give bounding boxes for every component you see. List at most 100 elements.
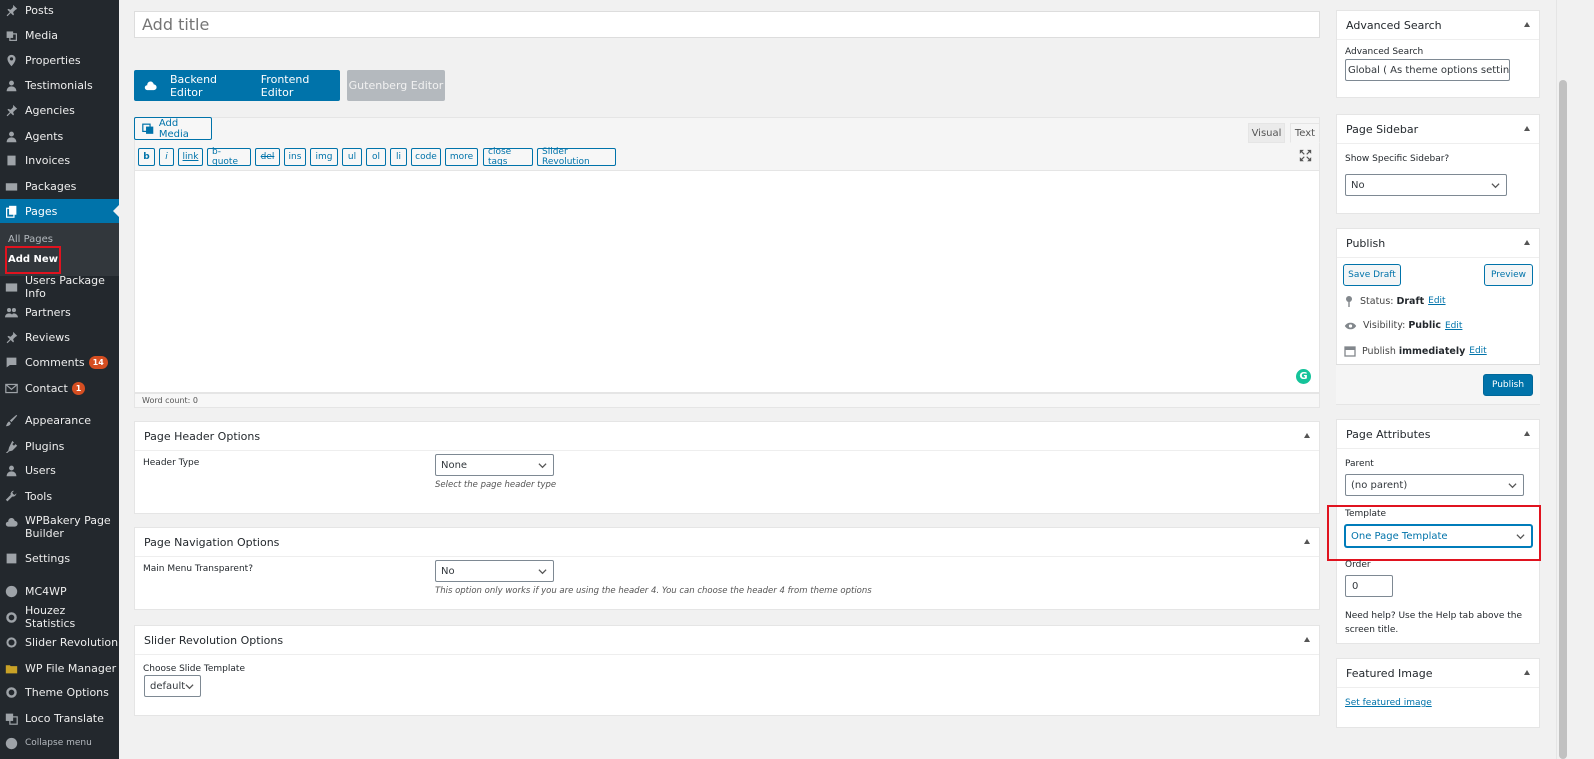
menu-contact[interactable]: Contact 1 bbox=[0, 376, 119, 400]
title-input[interactable] bbox=[134, 11, 1320, 38]
page-attributes-help: Need help? Use the Help tab above the sc… bbox=[1345, 611, 1523, 635]
calendar-icon bbox=[1344, 346, 1356, 357]
collapse-caret-icon[interactable] bbox=[1524, 22, 1530, 27]
preview-button[interactable]: Preview bbox=[1484, 264, 1533, 286]
save-draft-button[interactable]: Save Draft bbox=[1343, 264, 1401, 286]
page-sidebar-select[interactable]: No bbox=[1345, 174, 1507, 196]
menu-agents[interactable]: Agents bbox=[0, 124, 119, 148]
qt-ol[interactable]: ol bbox=[366, 148, 386, 166]
menu-posts[interactable]: Posts bbox=[0, 0, 119, 22]
page-navigation-options-title[interactable]: Page Navigation Options bbox=[135, 528, 1319, 557]
fullscreen-icon[interactable] bbox=[1299, 149, 1312, 165]
slider-revolution-options-box: Slider Revolution Options bbox=[134, 625, 1320, 716]
qt-ins[interactable]: ins bbox=[284, 148, 306, 166]
page-sidebar-box: Page Sidebar bbox=[1336, 114, 1540, 214]
group-icon bbox=[5, 306, 18, 319]
advanced-search-select[interactable]: Global ( As theme options settings ) bbox=[1345, 59, 1510, 81]
menu-slider-revolution[interactable]: Slider Revolution bbox=[0, 630, 119, 654]
highlight-template bbox=[1327, 505, 1541, 561]
menu-wp-file-manager[interactable]: WP File Manager bbox=[0, 656, 119, 680]
menu-users-package-info[interactable]: Users Package Info bbox=[0, 274, 119, 300]
add-media-button[interactable]: Add Media bbox=[134, 117, 212, 140]
page-scrollbar[interactable] bbox=[1556, 0, 1568, 759]
menu-theme-options[interactable]: Theme Options bbox=[0, 680, 119, 704]
collapse-caret-icon[interactable] bbox=[1524, 670, 1530, 675]
qt-img[interactable]: img bbox=[310, 148, 338, 166]
header-type-select[interactable]: None bbox=[435, 454, 554, 476]
featured-image-box: Featured Image bbox=[1336, 658, 1540, 728]
content-editor-textarea[interactable] bbox=[134, 170, 1320, 393]
main-menu-transparent-select[interactable]: No bbox=[435, 560, 554, 582]
menu-partners[interactable]: Partners bbox=[0, 300, 119, 324]
menu-houzez-statistics[interactable]: Houzez Statistics bbox=[0, 604, 119, 630]
menu-mc4wp[interactable]: MC4WP bbox=[0, 579, 119, 603]
featured-image-title[interactable]: Featured Image bbox=[1337, 659, 1539, 688]
card-icon bbox=[5, 180, 18, 193]
highlight-add-new bbox=[5, 246, 61, 274]
menu-agencies[interactable]: Agencies bbox=[0, 98, 119, 122]
menu-testimonials[interactable]: Testimonials bbox=[0, 73, 119, 97]
backend-editor-button[interactable]: Backend Editor bbox=[170, 73, 248, 99]
frontend-editor-button[interactable]: Frontend Editor bbox=[261, 73, 340, 99]
collapse-caret-icon[interactable] bbox=[1304, 637, 1310, 642]
publish-button[interactable]: Publish bbox=[1483, 374, 1533, 396]
gutenberg-editor-button[interactable]: Gutenberg Editor bbox=[347, 70, 445, 101]
pin-icon bbox=[5, 104, 18, 117]
eye-icon bbox=[1344, 322, 1357, 329]
page-attributes-title[interactable]: Page Attributes bbox=[1337, 420, 1539, 449]
menu-wpbakery[interactable]: WPBakery Page Builder bbox=[0, 514, 119, 544]
collapse-caret-icon[interactable] bbox=[1524, 431, 1530, 436]
qt-slider-revolution[interactable]: Slider Revolution bbox=[537, 147, 616, 167]
tab-text[interactable]: Text bbox=[1290, 123, 1320, 143]
qt-more[interactable]: more bbox=[445, 148, 478, 166]
qt-bold[interactable]: b bbox=[138, 148, 155, 166]
qt-li[interactable]: li bbox=[390, 148, 407, 166]
menu-media[interactable]: Media bbox=[0, 23, 119, 47]
location-icon bbox=[5, 54, 18, 67]
header-type-label: Header Type bbox=[143, 458, 200, 468]
qt-code[interactable]: code bbox=[411, 148, 441, 166]
collapse-caret-icon[interactable] bbox=[1304, 539, 1310, 544]
order-input[interactable]: 0 bbox=[1345, 575, 1393, 597]
submenu-all-pages[interactable]: All Pages bbox=[8, 234, 53, 245]
menu-appearance[interactable]: Appearance bbox=[0, 408, 119, 432]
slide-template-select[interactable]: default bbox=[144, 675, 201, 697]
parent-select[interactable]: (no parent) bbox=[1345, 474, 1524, 496]
collapse-menu[interactable]: Collapse menu bbox=[0, 731, 119, 755]
set-featured-image-link[interactable]: Set featured image bbox=[1345, 698, 1432, 708]
qt-bquote[interactable]: b-quote bbox=[207, 147, 251, 167]
menu-users[interactable]: Users bbox=[0, 458, 119, 482]
menu-reviews[interactable]: Reviews bbox=[0, 325, 119, 349]
grammarly-icon[interactable]: G bbox=[1296, 369, 1311, 384]
edit-status-link[interactable]: Edit bbox=[1428, 296, 1445, 306]
comments-count-badge: 14 bbox=[88, 355, 108, 369]
advanced-search-title[interactable]: Advanced Search bbox=[1337, 11, 1539, 40]
choose-slide-template-label: Choose Slide Template bbox=[143, 664, 245, 674]
menu-comments[interactable]: Comments 14 bbox=[0, 350, 119, 374]
collapse-caret-icon[interactable] bbox=[1524, 126, 1530, 131]
page-header-options-title[interactable]: Page Header Options bbox=[135, 422, 1319, 451]
collapse-caret-icon[interactable] bbox=[1524, 240, 1530, 245]
tab-visual[interactable]: Visual bbox=[1248, 123, 1285, 143]
scrollbar-thumb[interactable] bbox=[1559, 80, 1567, 759]
edit-visibility-link[interactable]: Edit bbox=[1445, 321, 1462, 331]
publish-title[interactable]: Publish bbox=[1337, 229, 1539, 258]
menu-properties[interactable]: Properties bbox=[0, 48, 119, 72]
menu-settings[interactable]: Settings bbox=[0, 546, 119, 570]
menu-pages[interactable]: Pages bbox=[0, 199, 119, 223]
qt-ul[interactable]: ul bbox=[342, 148, 362, 166]
qt-link[interactable]: link bbox=[178, 148, 203, 166]
menu-loco-translate[interactable]: Loco Translate bbox=[0, 706, 119, 730]
page-sidebar-title[interactable]: Page Sidebar bbox=[1337, 115, 1539, 144]
menu-plugins[interactable]: Plugins bbox=[0, 434, 119, 458]
qt-del[interactable]: del bbox=[255, 148, 280, 166]
menu-invoices[interactable]: Invoices bbox=[0, 148, 119, 172]
edit-publish-date-link[interactable]: Edit bbox=[1469, 346, 1486, 356]
qt-italic[interactable]: i bbox=[159, 148, 174, 166]
collapse-caret-icon[interactable] bbox=[1304, 433, 1310, 438]
menu-packages[interactable]: Packages bbox=[0, 174, 119, 198]
wpbakery-logo-icon bbox=[144, 81, 159, 91]
qt-close-tags[interactable]: close tags bbox=[483, 147, 533, 167]
slider-revolution-options-title[interactable]: Slider Revolution Options bbox=[135, 626, 1319, 655]
menu-tools[interactable]: Tools bbox=[0, 484, 119, 508]
